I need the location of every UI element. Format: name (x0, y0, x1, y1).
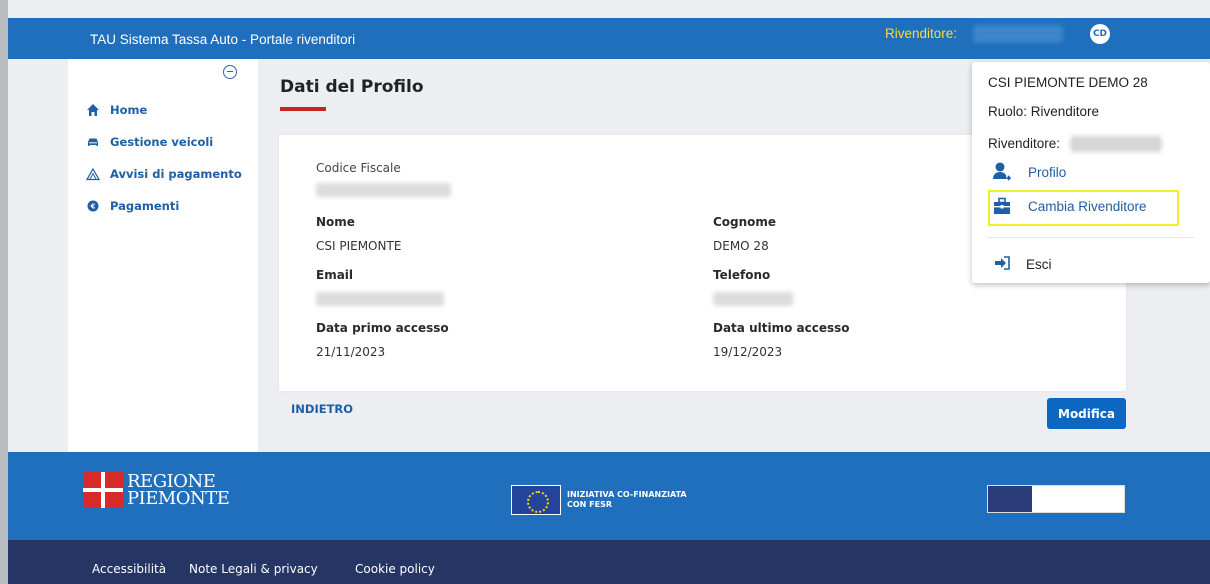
regione-line2: PIEMONTE (127, 488, 230, 509)
sidebar-item-pagamenti[interactable]: € Pagamenti (86, 199, 179, 213)
email-label: Email (316, 268, 354, 282)
footer-link-cookie-policy[interactable]: Cookie policy (355, 562, 435, 576)
user-menu-dealer-value-redacted (1070, 136, 1162, 152)
svg-text:€: € (90, 203, 96, 211)
user-profile-icon (992, 162, 1012, 182)
briefcase-icon (992, 196, 1012, 216)
header-dealer-value-redacted (973, 25, 1063, 43)
footer-logos: REGIONE PIEMONTE INIZIATIVA CO-FINANZIAT… (8, 452, 1210, 540)
codice-fiscale-label: Codice Fiscale (316, 161, 401, 175)
sidebar-item-label: Pagamenti (110, 199, 180, 213)
back-link[interactable]: INDIETRO (291, 402, 353, 416)
cognome-value: DEMO 28 (713, 239, 769, 253)
menu-item-exit[interactable]: Esci (994, 256, 1052, 273)
regione-flag-icon (83, 472, 123, 508)
car-icon (86, 135, 100, 149)
user-menu-dropdown: CSI PIEMONTE DEMO 28 Ruolo: Rivenditore … (972, 62, 1210, 283)
sidebar: Home Gestione veicoli Avvisi di pagament… (68, 59, 258, 452)
nome-value: CSI PIEMONTE (316, 239, 402, 253)
sign-out-icon (994, 256, 1010, 273)
email-value-redacted (316, 292, 444, 306)
menu-item-profile-label: Profilo (1028, 164, 1067, 180)
header-dealer-label: Rivenditore: (885, 26, 958, 41)
menu-item-profile[interactable]: Profilo (992, 162, 1066, 182)
ultimo-accesso-label: Data ultimo accesso (713, 321, 850, 335)
footer-links-bar: Accessibilità Note Legali & privacy Cook… (8, 540, 1210, 584)
primo-accesso-value: 21/11/2023 (316, 345, 386, 359)
eu-line1: INIZIATIVA CO-FINANZIATA (567, 490, 687, 499)
menu-item-change-dealer[interactable]: Cambia Rivenditore (992, 196, 1147, 216)
cognome-label: Cognome (713, 215, 777, 229)
user-menu-dealer-label: Rivenditore: (988, 136, 1061, 151)
warning-icon (86, 167, 100, 181)
menu-divider (988, 237, 1194, 238)
sidebar-item-avvisi-pagamento[interactable]: Avvisi di pagamento (86, 167, 242, 181)
footer-link-accessibilita[interactable]: Accessibilità (92, 562, 166, 576)
footer-link-note-legali[interactable]: Note Legali & privacy (189, 562, 318, 576)
nome-label: Nome (316, 215, 355, 229)
codice-fiscale-value-redacted (316, 183, 451, 197)
eu-fesr-logo: INIZIATIVA CO-FINANZIATA CON FESR (511, 485, 687, 515)
ultimo-accesso-value: 19/12/2023 (713, 345, 783, 359)
sidebar-item-label: Gestione veicoli (110, 135, 214, 149)
menu-item-change-dealer-label: Cambia Rivenditore (1028, 198, 1147, 214)
user-name: CSI PIEMONTE DEMO 28 (988, 75, 1148, 90)
sidebar-item-gestione-veicoli[interactable]: Gestione veicoli (86, 135, 213, 149)
eu-line2: CON FESR (567, 500, 613, 509)
home-icon (86, 103, 100, 117)
sidebar-item-home[interactable]: Home (86, 103, 147, 117)
user-avatar-button[interactable]: CD (1090, 24, 1110, 44)
collapse-sidebar-icon[interactable] (223, 65, 237, 79)
euro-icon: € (86, 199, 100, 213)
telefono-label: Telefono (713, 268, 771, 282)
sidebar-item-label: Avvisi di pagamento (110, 167, 242, 181)
app-title: TAU Sistema Tassa Auto - Portale rivendi… (90, 32, 356, 47)
sidebar-item-label: Home (110, 103, 148, 117)
title-underline (280, 107, 326, 111)
regione-piemonte-logo: REGIONE PIEMONTE (83, 472, 230, 509)
telefono-value-redacted (713, 292, 793, 306)
page-title: Dati del Profilo (280, 77, 424, 97)
header-bar: TAU Sistema Tassa Auto - Portale rivendi… (8, 18, 1210, 59)
user-role: Ruolo: Rivenditore (988, 104, 1100, 119)
csi-piemonte-logo (987, 485, 1125, 513)
primo-accesso-label: Data primo accesso (316, 321, 449, 335)
edit-button[interactable]: Modifica (1047, 398, 1126, 429)
eu-flag-icon (511, 485, 561, 515)
menu-item-exit-label: Esci (1026, 257, 1052, 272)
